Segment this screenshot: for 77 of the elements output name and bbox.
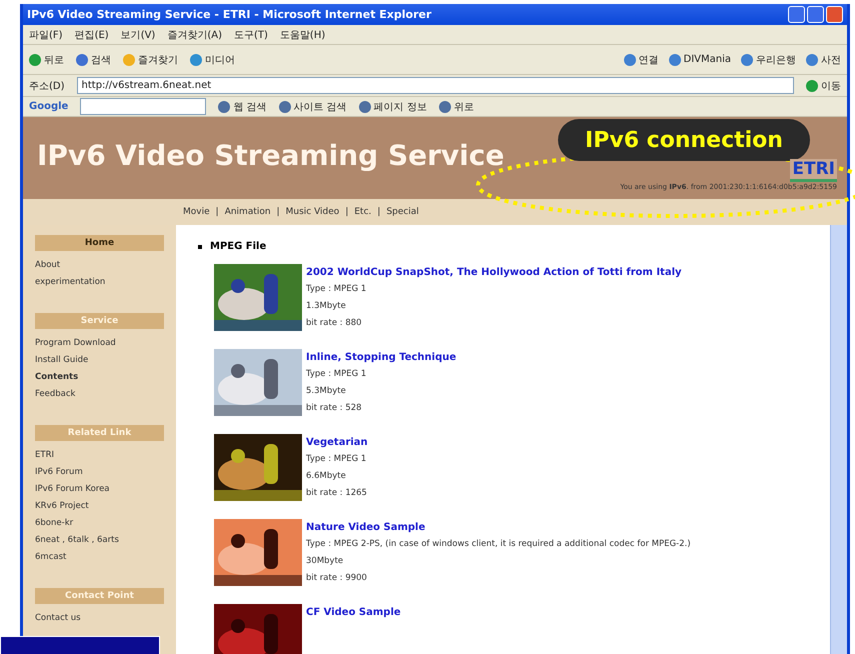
toolbar-button[interactable]: 뒤로 xyxy=(29,52,64,66)
site-logo: ETRI xyxy=(790,159,837,182)
sidebar-link[interactable]: Feedback xyxy=(35,386,164,403)
video-detail: 30Mbyte xyxy=(306,555,344,568)
link-button[interactable]: 연결 xyxy=(624,52,658,66)
video-detail: Type : MPEG 1 xyxy=(306,368,368,381)
link-button[interactable]: 사전 xyxy=(806,52,841,66)
sidebar-link[interactable]: experimentation xyxy=(35,274,164,291)
video-link[interactable]: Vegetarian xyxy=(306,434,368,451)
menu-item[interactable]: 보기(V) xyxy=(120,28,156,42)
video-detail: bit rate : 880 xyxy=(306,317,363,330)
menu-item[interactable]: 도구(T) xyxy=(234,28,268,42)
separator: | xyxy=(377,207,380,217)
video-detail: bit rate : 528 xyxy=(306,402,363,415)
site-title: IPv6 Video Streaming Service xyxy=(37,139,504,172)
video-detail: Type : MPEG 2-PS, (in case of windows client, it is required a additional codec for MPEG-2.) xyxy=(306,538,691,551)
section-heading: Contact Point xyxy=(35,588,164,604)
nav-link[interactable]: Music Video xyxy=(286,207,340,217)
search-field[interactable] xyxy=(80,98,206,115)
sidebar-link[interactable]: Contents xyxy=(35,369,164,386)
go-button[interactable]: 이동 xyxy=(806,78,841,92)
annotation-label: IPv6 connection xyxy=(558,119,810,161)
menu-item[interactable]: 편집(E) xyxy=(74,28,109,42)
scrollbar[interactable] xyxy=(830,225,847,654)
address-field[interactable]: http://v6stream.6neat.net xyxy=(76,77,794,94)
video-detail: Type : MPEG 1 xyxy=(306,453,368,466)
video-link[interactable]: Inline, Stopping Technique xyxy=(306,349,456,366)
sidebar-link[interactable]: 6neat , 6talk , 6arts xyxy=(35,532,164,549)
link-button[interactable]: 우리은행 xyxy=(741,52,796,66)
video-link[interactable]: CF Video Sample xyxy=(306,604,401,621)
menu-item[interactable]: 도움말(H) xyxy=(280,28,326,42)
nav-link[interactable]: Etc. xyxy=(354,207,372,217)
menu-item[interactable]: 즐겨찾기(A) xyxy=(167,28,222,42)
video-link[interactable]: Nature Video Sample xyxy=(306,519,691,536)
nav-link[interactable]: Animation xyxy=(224,207,271,217)
sidebar-link[interactable]: Install Guide xyxy=(35,352,164,369)
sidebar-link[interactable]: KRv6 Project xyxy=(35,498,164,515)
video-detail: bit rate : 1265 xyxy=(306,487,368,500)
sidebar-link[interactable]: 6mcast xyxy=(35,549,164,566)
video-detail: 5.3Mbyte xyxy=(306,385,347,398)
section-title: MPEG File xyxy=(210,241,266,252)
sidebar-link[interactable]: IPv6 Forum Korea xyxy=(35,481,164,498)
sidebar-link[interactable]: 6bone-kr xyxy=(35,515,164,532)
toolbar-button[interactable]: 페이지 정보 xyxy=(358,100,427,114)
section-heading: Service xyxy=(35,313,164,329)
video-detail: 1.3Mbyte xyxy=(306,300,347,313)
maximize-button[interactable] xyxy=(807,6,824,23)
separator: | xyxy=(345,207,348,217)
toolbar-button[interactable]: 사이트 검색 xyxy=(278,100,347,114)
sidebar-link[interactable]: IPv6 Forum xyxy=(35,464,164,481)
window-title: IPv6 Video Streaming Service - ETRI - Microsoft Internet Explorer xyxy=(23,4,847,25)
separator: | xyxy=(276,207,280,217)
bullet-icon xyxy=(198,244,202,248)
sidebar-link[interactable]: Program Download xyxy=(35,335,164,352)
nav-link[interactable]: Movie xyxy=(183,207,210,217)
video-detail: bit rate : 9900 xyxy=(306,572,368,585)
menu-item[interactable]: 파일(F) xyxy=(29,28,63,42)
link-button[interactable]: DIVMania xyxy=(668,52,731,66)
address-label: 주소(D) xyxy=(29,80,65,92)
video-detail: Type : MPEG 1 xyxy=(306,283,368,296)
toolbar-button[interactable]: 미디어 xyxy=(190,52,235,66)
sidebar-link[interactable]: Contact us xyxy=(35,610,164,627)
minimize-button[interactable] xyxy=(788,6,805,23)
google-logo: Google xyxy=(29,101,68,112)
close-button[interactable] xyxy=(826,6,843,23)
video-link[interactable]: 2002 WorldCup SnapShot, The Hollywood Action of Totti from Italy xyxy=(306,264,682,281)
nav-link[interactable]: Special xyxy=(386,207,419,217)
toolbar-button[interactable]: 위로 xyxy=(438,100,474,114)
sidebar-link[interactable]: ETRI xyxy=(35,447,164,464)
section-heading: Related Link xyxy=(35,425,164,441)
toolbar-button[interactable]: 웹 검색 xyxy=(218,100,267,114)
sidebar-link[interactable]: About xyxy=(35,257,164,274)
video-detail: 6.6Mbyte xyxy=(306,470,347,483)
section-heading: Home xyxy=(35,235,164,251)
toolbar-button[interactable]: 즐겨찾기 xyxy=(123,52,178,66)
toolbar-button[interactable]: 검색 xyxy=(76,52,111,66)
separator: | xyxy=(216,207,219,217)
